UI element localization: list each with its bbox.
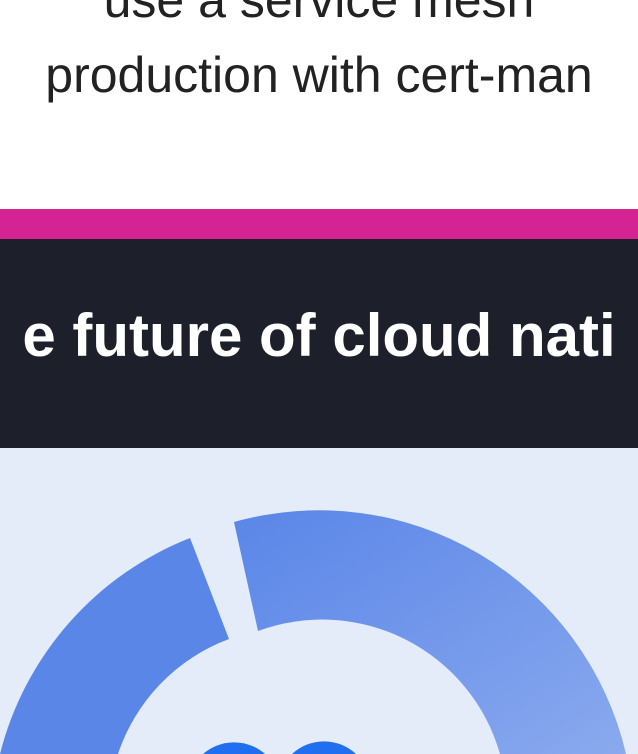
intro-line-2: production with cert-man: [45, 47, 593, 103]
banner-headline: e future of cloud nati: [22, 302, 616, 369]
intro-line-1: use a service mesh: [103, 0, 535, 28]
intro-text-block: use a service mesh production with cert-…: [0, 0, 638, 210]
headline-banner: e future of cloud nati: [0, 239, 638, 448]
ring-core: [203, 742, 265, 754]
accent-divider: [0, 209, 638, 239]
ring-segment-left: [0, 538, 229, 754]
hero-illustration: [0, 448, 638, 754]
donut-ring-icon: [0, 510, 626, 754]
ring-segment-right: [234, 510, 626, 754]
ring-core-secondary: [292, 741, 356, 754]
